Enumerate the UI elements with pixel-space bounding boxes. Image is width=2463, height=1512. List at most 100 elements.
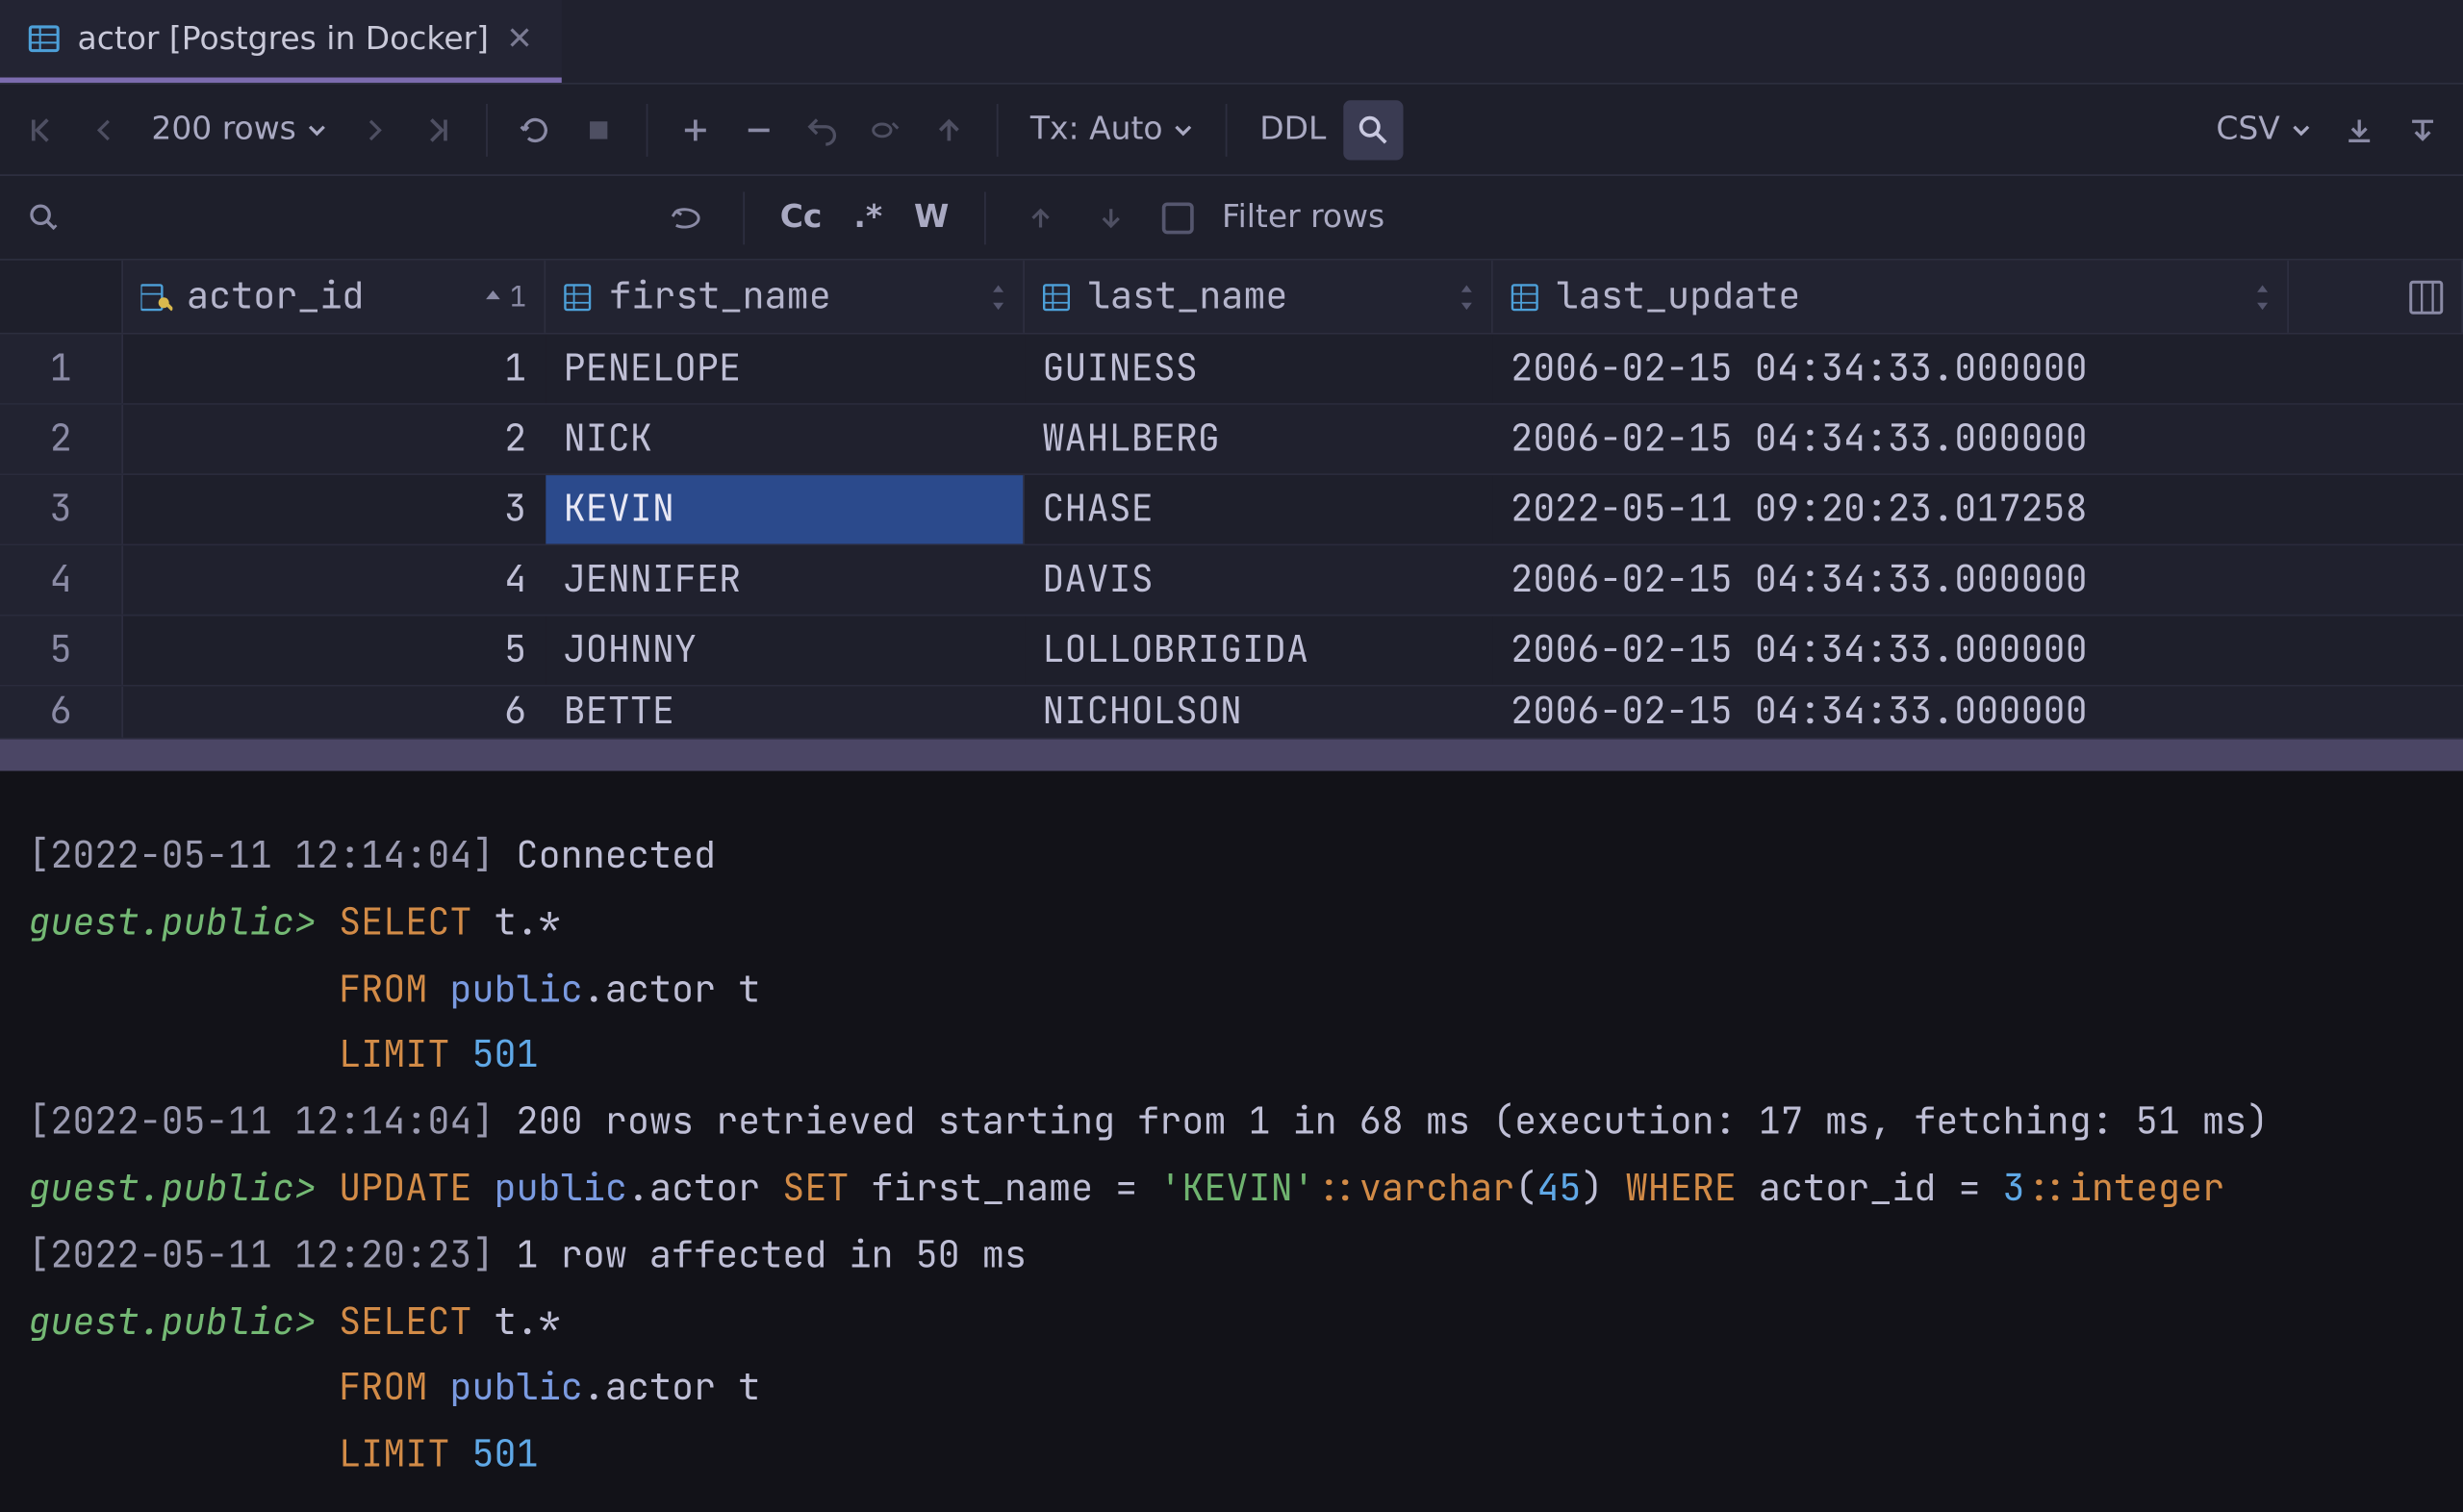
table-row[interactable]: 44JENNIFERDAVIS2006-02-15 04:34:33.00000… [0, 545, 2463, 616]
cell-last-update[interactable]: 2006-02-15 04:34:33.000000 [1493, 335, 2289, 403]
cell-last-name[interactable]: CHASE [1025, 475, 1493, 543]
words-toggle[interactable]: W [903, 188, 959, 247]
cell-first-name[interactable]: PENELOPE [546, 335, 1025, 403]
preview-changes-button[interactable] [856, 99, 916, 159]
tab-actor[interactable]: actor [Postgres in Docker] ✕ [0, 0, 561, 83]
history-icon[interactable] [658, 188, 718, 247]
cell-actor-id[interactable]: 4 [123, 545, 546, 614]
next-page-button[interactable] [345, 99, 405, 159]
regex-toggle[interactable]: .* [843, 188, 893, 247]
row-gutter[interactable]: 5 [0, 617, 123, 685]
cell-last-update[interactable]: 2022-05-11 09:20:23.017258 [1493, 475, 2289, 543]
filter-rows-label: Filter rows [1222, 199, 1384, 236]
cell-actor-id[interactable]: 3 [123, 475, 546, 543]
cell-actor-id[interactable]: 6 [123, 687, 546, 738]
column-icon [564, 283, 596, 311]
table-row[interactable]: 22NICKWAHLBERG2006-02-15 04:34:33.000000 [0, 405, 2463, 475]
log-timestamp: [2022-05-11 12:14:04] [28, 833, 516, 880]
column-header-last-name[interactable]: last_name [1025, 261, 1493, 333]
cell-last-update[interactable]: 2006-02-15 04:34:33.000000 [1493, 687, 2289, 738]
cell-last-name[interactable]: WAHLBERG [1025, 405, 1493, 473]
download-button[interactable] [2329, 99, 2389, 159]
cell-first-name[interactable]: JOHNNY [546, 617, 1025, 685]
cell-last-update[interactable]: 2006-02-15 04:34:33.000000 [1493, 545, 2289, 614]
cell-actor-id[interactable]: 2 [123, 405, 546, 473]
log-message: 1 row affected in 50 ms [517, 1232, 1027, 1279]
prev-match-button[interactable] [1010, 188, 1070, 247]
cell-last-update[interactable]: 2006-02-15 04:34:33.000000 [1493, 405, 2289, 473]
cell-first-name[interactable]: BETTE [546, 687, 1025, 738]
table-row[interactable]: 66BETTENICHOLSON2006-02-15 04:34:33.0000… [0, 687, 2463, 740]
sql-cast: :: [1315, 1165, 1359, 1212]
cell-end [2289, 617, 2463, 685]
cell-end [2289, 475, 2463, 543]
column-icon [1511, 283, 1542, 311]
column-header-actor-id[interactable]: actor_id 1 [123, 261, 546, 333]
table-row[interactable]: 55JOHNNYLOLLOBRIGIDA2006-02-15 04:34:33.… [0, 617, 2463, 687]
row-gutter[interactable]: 4 [0, 545, 123, 614]
columns-settings-icon[interactable] [2408, 279, 2444, 315]
match-case-toggle[interactable]: Cc [770, 188, 833, 247]
table-row[interactable]: 33KEVINCHASE2022-05-11 09:20:23.017258 [0, 475, 2463, 545]
tx-mode-label: Tx: Auto [1030, 111, 1163, 147]
cell-first-name[interactable]: NICK [546, 405, 1025, 473]
sql-keyword: SET [782, 1165, 849, 1212]
cell-last-name[interactable]: LOLLOBRIGIDA [1025, 617, 1493, 685]
column-header-last-update[interactable]: last_update [1493, 261, 2289, 333]
column-name: last_update [1557, 273, 1801, 320]
find-icon[interactable] [14, 188, 74, 247]
row-gutter[interactable]: 3 [0, 475, 123, 543]
column-name: first_name [609, 273, 831, 320]
revert-button[interactable] [793, 99, 852, 159]
cell-last-update[interactable]: 2006-02-15 04:34:33.000000 [1493, 617, 2289, 685]
search-icon[interactable] [1344, 99, 1404, 159]
main-toolbar: 200 rows Tx: Auto DDL CSV [0, 85, 2463, 176]
submit-button[interactable] [920, 99, 979, 159]
gutter-header[interactable] [0, 261, 123, 333]
pane-divider[interactable] [0, 740, 2463, 771]
table-icon [28, 23, 60, 55]
sql-text: ) [1581, 1165, 1625, 1212]
cell-last-name[interactable]: GUINESS [1025, 335, 1493, 403]
cell-last-name[interactable]: NICHOLSON [1025, 687, 1493, 738]
row-count-dropdown[interactable]: 200 rows [138, 111, 343, 147]
row-gutter[interactable]: 6 [0, 687, 123, 738]
delete-row-button[interactable] [729, 99, 789, 159]
export-dropdown[interactable]: CSV [2202, 111, 2326, 147]
row-count-label: 200 rows [151, 111, 295, 147]
last-page-button[interactable] [409, 99, 469, 159]
next-match-button[interactable] [1081, 188, 1141, 247]
sql-text: first_name = [849, 1165, 1159, 1212]
row-gutter[interactable]: 2 [0, 405, 123, 473]
stop-button[interactable] [569, 99, 628, 159]
sql-keyword: LIMIT [339, 1431, 449, 1478]
log-timestamp: [2022-05-11 12:20:23] [28, 1232, 516, 1279]
grid-header: actor_id 1 first_name last_name last_upd… [0, 261, 2463, 335]
reload-button[interactable] [506, 99, 566, 159]
column-header-first-name[interactable]: first_name [546, 261, 1025, 333]
filter-rows-checkbox[interactable] [1162, 202, 1194, 234]
export-options-button[interactable] [2393, 99, 2452, 159]
sql-text: t.* [471, 1298, 560, 1346]
cell-first-name[interactable]: KEVIN [546, 475, 1025, 543]
table-row[interactable]: 11PENELOPEGUINESS2006-02-15 04:34:33.000… [0, 335, 2463, 405]
sort-handle-icon [991, 285, 1005, 310]
chevron-down-icon [2291, 119, 2312, 140]
column-name: actor_id [187, 273, 364, 320]
cell-last-name[interactable]: DAVIS [1025, 545, 1493, 614]
row-gutter[interactable]: 1 [0, 335, 123, 403]
close-icon[interactable]: ✕ [506, 20, 533, 57]
cell-first-name[interactable]: JENNIFER [546, 545, 1025, 614]
first-page-button[interactable] [11, 99, 70, 159]
sql-text: t.* [471, 899, 560, 946]
add-row-button[interactable] [666, 99, 725, 159]
ddl-button[interactable]: DDL [1246, 111, 1340, 147]
tx-mode-dropdown[interactable]: Tx: Auto [1016, 111, 1208, 147]
sql-identifier: public [471, 1165, 626, 1212]
column-header-end[interactable] [2289, 261, 2463, 333]
log-timestamp: [2022-05-11 12:14:04] [28, 1098, 516, 1146]
cell-actor-id[interactable]: 1 [123, 335, 546, 403]
prev-page-button[interactable] [74, 99, 134, 159]
cell-actor-id[interactable]: 5 [123, 617, 546, 685]
sql-console[interactable]: [2022-05-11 12:14:04] Connected guest.pu… [0, 806, 2463, 1512]
